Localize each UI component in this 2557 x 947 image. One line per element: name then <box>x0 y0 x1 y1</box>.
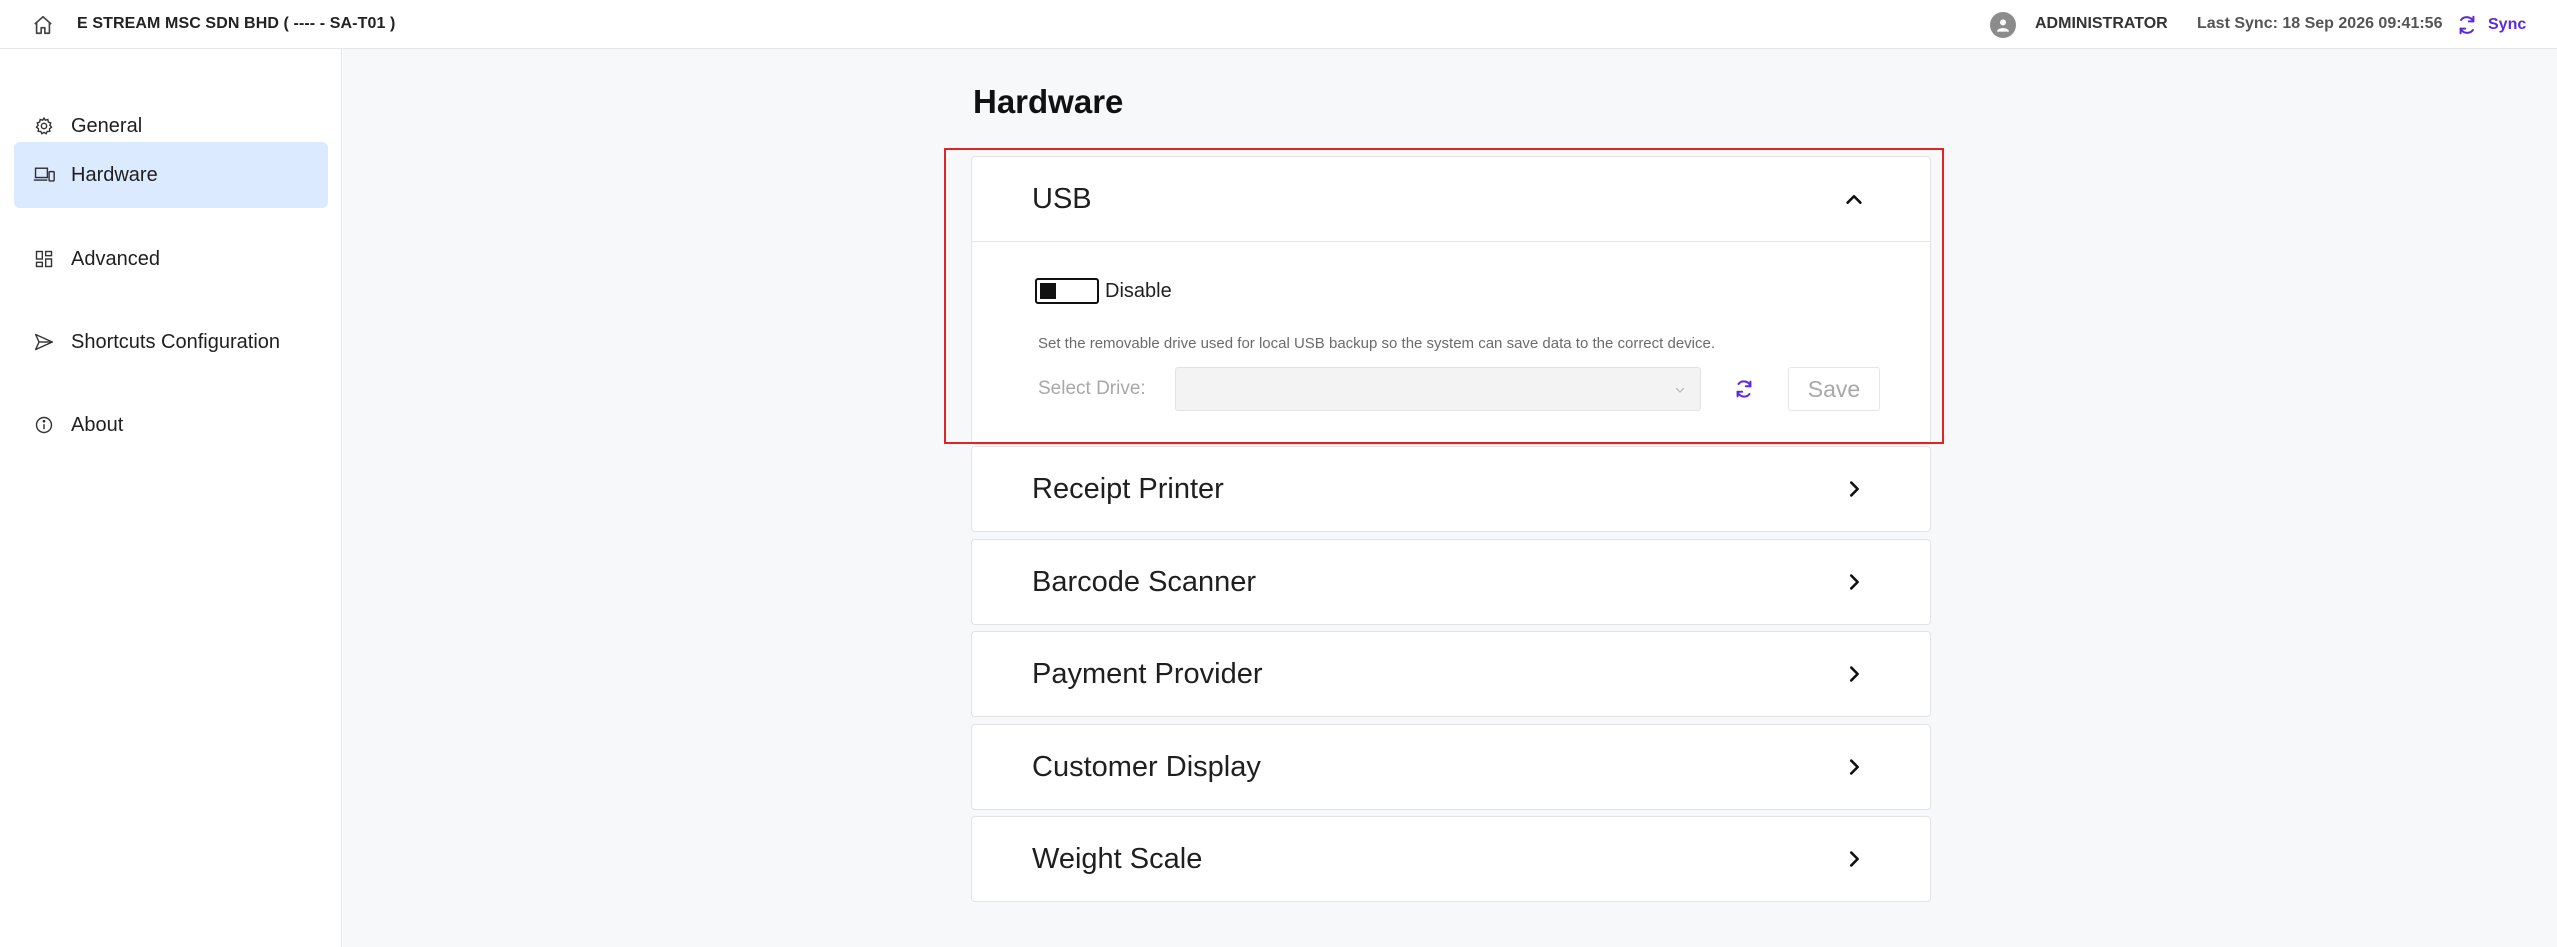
payment-provider-panel-header[interactable]: Payment Provider <box>972 632 1930 716</box>
payment-provider-panel: Payment Provider <box>971 631 1931 717</box>
chevron-up-icon[interactable] <box>1840 185 1868 213</box>
sidebar-item-label: Advanced <box>71 247 160 270</box>
sidebar: General Hardware Advanced Shortcuts Conf… <box>0 49 342 947</box>
save-button[interactable]: Save <box>1788 367 1880 411</box>
user-avatar-icon[interactable] <box>1990 12 2016 38</box>
chevron-right-icon[interactable] <box>1840 845 1868 873</box>
sidebar-item-label: General <box>71 114 143 137</box>
toggle-label: Disable <box>1105 280 1172 302</box>
panel-title: Payment Provider <box>1032 657 1263 690</box>
chevron-right-icon[interactable] <box>1840 753 1868 781</box>
top-bar: E STREAM MSC SDN BHD ( ---- - SA-T01 ) A… <box>0 0 2557 49</box>
company-name: E STREAM MSC SDN BHD ( ---- - SA-T01 ) <box>77 15 396 32</box>
chevron-right-icon[interactable] <box>1840 660 1868 688</box>
receipt-printer-panel: Receipt Printer <box>971 446 1931 532</box>
panel-title: Receipt Printer <box>1032 472 1224 505</box>
home-icon <box>34 15 52 35</box>
weight-scale-panel: Weight Scale <box>971 816 1931 902</box>
barcode-scanner-panel: Barcode Scanner <box>971 539 1931 625</box>
sync-icon <box>2459 15 2475 35</box>
toggle-knob <box>1040 283 1056 299</box>
drive-select[interactable] <box>1175 367 1701 411</box>
usb-panel: USB Disable Set the removable drive used… <box>971 156 1931 445</box>
sidebar-item-about[interactable]: About <box>14 392 328 458</box>
barcode-scanner-panel-header[interactable]: Barcode Scanner <box>972 540 1930 624</box>
devices-icon <box>32 163 56 187</box>
select-drive-label: Select Drive: <box>1038 378 1146 399</box>
receipt-printer-panel-header[interactable]: Receipt Printer <box>972 447 1930 531</box>
gear-icon <box>32 114 56 138</box>
refresh-drives-button[interactable] <box>1731 376 1757 402</box>
info-icon <box>32 413 56 437</box>
chevron-right-icon[interactable] <box>1840 568 1868 596</box>
sidebar-item-label: Hardware <box>71 163 158 186</box>
usb-panel-body: Disable Set the removable drive used for… <box>972 241 1930 444</box>
sidebar-item-label: About <box>71 413 124 436</box>
chevron-down-icon <box>1674 383 1686 401</box>
send-icon <box>32 330 56 354</box>
last-sync-time: Last Sync: 18 Sep 2026 09:41:56 <box>2197 15 2443 32</box>
usb-panel-header[interactable]: USB <box>972 157 1930 241</box>
sidebar-item-label: Shortcuts Configuration <box>71 330 281 353</box>
sidebar-item-hardware[interactable]: Hardware <box>14 142 328 208</box>
refresh-icon <box>1736 380 1752 398</box>
username: ADMINISTRATOR <box>2035 15 2168 32</box>
sidebar-item-shortcuts-configuration[interactable]: Shortcuts Configuration <box>14 309 328 375</box>
customer-display-panel: Customer Display <box>971 724 1931 810</box>
sync-label: Sync <box>2488 16 2527 33</box>
weight-scale-panel-header[interactable]: Weight Scale <box>972 817 1930 901</box>
chevron-right-icon[interactable] <box>1840 475 1868 503</box>
panel-title: Barcode Scanner <box>1032 565 1257 598</box>
panel-title: Weight Scale <box>1032 842 1203 875</box>
sync-button[interactable]: Sync <box>2456 10 2526 40</box>
usb-description: Set the removable drive used for local U… <box>1038 335 1716 352</box>
panel-title: USB <box>1032 182 1092 215</box>
home-button[interactable] <box>30 12 56 38</box>
page-title: Hardware <box>973 83 1124 120</box>
grid-icon <box>32 247 56 271</box>
panel-title: Customer Display <box>1032 750 1261 783</box>
usb-enable-toggle[interactable] <box>1035 278 1099 304</box>
customer-display-panel-header[interactable]: Customer Display <box>972 725 1930 809</box>
sidebar-item-advanced[interactable]: Advanced <box>14 226 328 292</box>
